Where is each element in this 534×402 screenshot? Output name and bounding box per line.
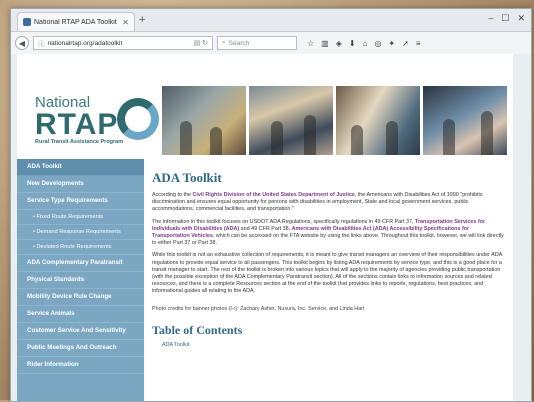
search-placeholder: Search (228, 39, 250, 47)
reader-icon[interactable]: ▤ ↻ (194, 39, 208, 47)
sidebar-item-new-developments[interactable]: New Developments (17, 176, 144, 193)
doj-link[interactable]: Civil Rights Division of the United Stat… (192, 192, 354, 198)
extension-icon[interactable]: ◎ (374, 39, 381, 48)
close-tab-icon[interactable]: ✕ (122, 18, 129, 27)
site-logo[interactable]: National RTAP Rural Transit Assistance P… (35, 94, 123, 145)
page-title: ADA Toolkit (152, 170, 222, 185)
tab-bar: National RTAP ADA Toolkit ✕ + – ☐ ✕ (11, 9, 531, 32)
regulations-paragraph: The information in this toolkit focuses … (152, 218, 504, 247)
sidebar-item-deviated-route[interactable]: • Deviated Route Requirements (17, 240, 144, 255)
sidebar-item-customer-service[interactable]: Customer Service And Sensitivity (17, 323, 144, 340)
photo-credit: Photo credits for banner photos (l-r): Z… (152, 305, 365, 312)
back-icon[interactable]: ◀ (15, 36, 29, 50)
home-icon[interactable]: ⌂ (363, 39, 368, 48)
url-text: nationalrtap.org/adatoolkit (47, 39, 123, 47)
window-controls: – ☐ ✕ (488, 13, 525, 24)
sidebar-item-rider-information[interactable]: Rider Information (17, 357, 144, 374)
share-icon[interactable]: ➚ (402, 39, 409, 48)
library-icon[interactable]: ▥ (321, 39, 329, 48)
banner-photo-4 (423, 86, 507, 155)
banner-photo-2 (249, 86, 333, 155)
toc-item[interactable]: ADA Toolkit (152, 342, 504, 348)
overview-paragraph: While this toolkit is not an exhaustive … (152, 252, 502, 295)
browser-window: National RTAP ADA Toolkit ✕ + – ☐ ✕ ◀ ⓘ … (10, 8, 532, 402)
navigation-bar: ◀ ⓘ nationalrtap.org/adatoolkit ▤ ↻ ⌕ Se… (11, 32, 531, 55)
toc-title: Table of Contents (152, 322, 243, 337)
sidebar-nav: ADA Toolkit New Developments Service Typ… (17, 159, 144, 401)
addon-icon[interactable]: ✦ (388, 39, 395, 48)
logo-swoosh-icon (117, 98, 159, 140)
page-sheet: National RTAP Rural Transit Assistance P… (17, 54, 513, 401)
download-icon[interactable]: ⬇ (349, 39, 356, 48)
favicon-icon (23, 18, 31, 26)
logo-rtap: RTAP (35, 108, 119, 141)
sidebar-item-physical-standards[interactable]: Physical Standards (17, 272, 144, 289)
address-bar[interactable]: ⓘ nationalrtap.org/adatoolkit ▤ ↻ (33, 36, 213, 50)
sidebar-item-service-animals[interactable]: Service Animals (17, 306, 144, 323)
logo-tagline: Rural Transit Assistance Program (35, 139, 124, 145)
sidebar-item-mobility-device[interactable]: Mobility Device Rule Change (17, 289, 144, 306)
shield-icon[interactable]: ◈ (336, 39, 342, 48)
web-page: National RTAP Rural Transit Assistance P… (11, 54, 531, 401)
new-tab-button[interactable]: + (139, 14, 145, 26)
close-window-icon[interactable]: ✕ (517, 13, 525, 24)
sidebar-item-public-meetings[interactable]: Public Meetings And Outreach (17, 340, 144, 357)
sidebar-item-paratransit[interactable]: ADA Complementary Paratransit (17, 255, 144, 272)
banner-photos (162, 86, 507, 155)
banner-photo-1 (162, 86, 246, 155)
sidebar-item-fixed-route[interactable]: • Fixed Route Requirements (17, 210, 144, 225)
bookmark-star-icon[interactable]: ☆ (307, 39, 314, 48)
search-box[interactable]: ⌕ Search (217, 36, 297, 50)
main-content: ADA Toolkit According to the Civil Right… (152, 170, 504, 348)
browser-tab[interactable]: National RTAP ADA Toolkit ✕ (17, 12, 135, 31)
info-icon: ⓘ (38, 41, 45, 48)
sidebar-item-service-type[interactable]: Service Type Requirements (17, 193, 144, 210)
sidebar-item-ada-toolkit[interactable]: ADA Toolkit (17, 159, 144, 176)
minimize-icon[interactable]: – (488, 13, 493, 24)
site-header: National RTAP Rural Transit Assistance P… (17, 54, 513, 159)
search-icon: ⌕ (222, 39, 226, 46)
toolbar-icons: ☆ ▥ ◈ ⬇ ⌂ ◎ ✦ ➚ ≡ (307, 39, 421, 48)
banner-photo-3 (336, 86, 420, 155)
maximize-icon[interactable]: ☐ (501, 13, 509, 24)
tab-title: National RTAP ADA Toolkit (34, 18, 117, 26)
menu-icon[interactable]: ≡ (416, 39, 421, 48)
sidebar-item-demand-response[interactable]: • Demand Response Requirements (17, 225, 144, 240)
intro-paragraph: According to the Civil Rights Division o… (152, 192, 483, 213)
